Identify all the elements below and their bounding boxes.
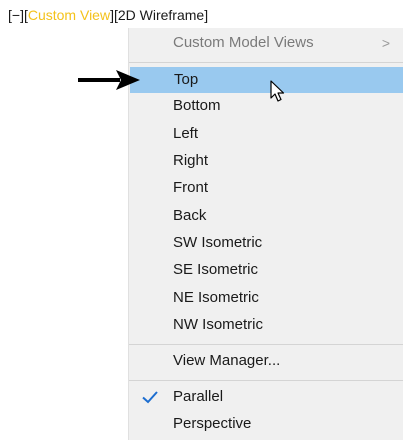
menu-item-label: Custom Model Views xyxy=(173,34,314,51)
visual-style-control[interactable]: [2D Wireframe] xyxy=(114,7,208,23)
submenu-arrow-icon: > xyxy=(381,35,390,51)
menu-separator xyxy=(129,62,403,63)
menu-item-right[interactable]: Right xyxy=(129,148,403,174)
menu-item-ne-isometric[interactable]: NE Isometric xyxy=(129,285,403,311)
menu-item-label: SW Isometric xyxy=(173,234,263,251)
menu-item-left[interactable]: Left xyxy=(129,121,403,147)
menu-item-bottom[interactable]: Bottom xyxy=(129,93,403,119)
black-arrow-right-icon xyxy=(78,70,140,90)
view-control[interactable]: [Custom View] xyxy=(24,7,114,23)
menu-separator xyxy=(129,344,403,345)
menu-item-custom-model-views[interactable]: Custom Model Views > xyxy=(129,30,403,56)
menu-item-label: Top xyxy=(174,71,199,88)
menu-item-label: View Manager... xyxy=(173,352,281,369)
menu-item-label: Left xyxy=(173,125,199,142)
autocad-viewport: [−][Custom View][2D Wireframe] Custom Mo… xyxy=(0,0,403,440)
menu-item-label: NE Isometric xyxy=(173,289,259,306)
mouse-pointer-icon xyxy=(270,80,285,102)
checkmark-icon xyxy=(142,391,158,404)
menu-item-label: Perspective xyxy=(173,415,252,432)
menu-item-nw-isometric[interactable]: NW Isometric xyxy=(129,312,403,338)
viewport-label: [−][Custom View][2D Wireframe] xyxy=(8,6,208,24)
menu-item-perspective[interactable]: Perspective xyxy=(129,411,403,437)
menu-item-label: NW Isometric xyxy=(173,316,263,333)
menu-item-label: Right xyxy=(173,152,209,169)
viewport-minus-control[interactable]: [−] xyxy=(8,7,24,23)
menu-item-label: Front xyxy=(173,179,209,196)
menu-item-parallel[interactable]: Parallel xyxy=(129,384,403,410)
menu-item-top[interactable]: Top xyxy=(130,67,403,93)
menu-item-se-isometric[interactable]: SE Isometric xyxy=(129,257,403,283)
menu-item-back[interactable]: Back xyxy=(129,203,403,229)
menu-separator xyxy=(129,380,403,381)
view-control-name: Custom View xyxy=(27,7,111,23)
menu-item-label: Bottom xyxy=(173,97,221,114)
view-context-menu: Custom Model Views > Top Bottom Left Rig… xyxy=(128,28,403,440)
menu-item-front[interactable]: Front xyxy=(129,175,403,201)
menu-item-view-manager[interactable]: View Manager... xyxy=(129,348,403,374)
menu-item-label: SE Isometric xyxy=(173,261,259,278)
menu-item-label: Parallel xyxy=(173,388,224,405)
menu-item-sw-isometric[interactable]: SW Isometric xyxy=(129,230,403,256)
menu-item-label: Back xyxy=(173,207,207,224)
